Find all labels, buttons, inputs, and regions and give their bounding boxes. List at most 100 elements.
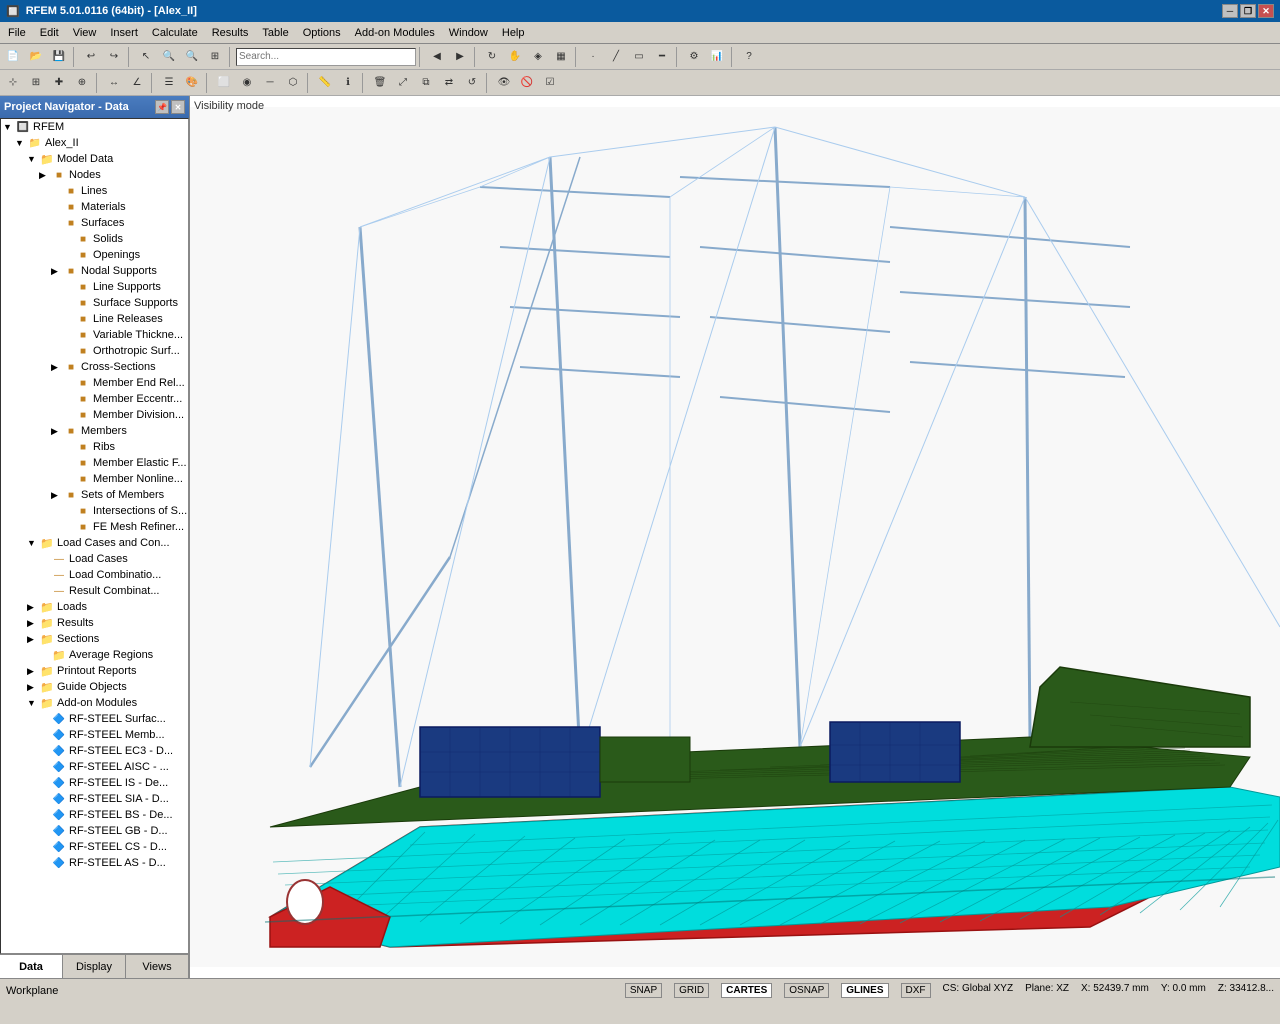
expand-rfem[interactable]: ▼: [3, 122, 15, 132]
3d-view-area[interactable]: Visibility mode: [190, 96, 1280, 978]
tb2-point[interactable]: ◉: [236, 72, 258, 94]
tree-item-surfaces[interactable]: ■ Surfaces: [1, 215, 188, 231]
tree-item-guide-objects[interactable]: ▶ 📁 Guide Objects: [1, 679, 188, 695]
osnap-button[interactable]: OSNAP: [784, 983, 829, 998]
tb2-dim[interactable]: ↔: [103, 72, 125, 94]
expand-project[interactable]: ▼: [15, 138, 27, 148]
menu-calculate[interactable]: Calculate: [146, 25, 204, 41]
tb-line[interactable]: ╱: [605, 46, 627, 68]
tree-item-load-cases-con[interactable]: ▼ 📁 Load Cases and Con...: [1, 535, 188, 551]
tb2-move[interactable]: ⤢: [392, 72, 414, 94]
tb-zoom-in[interactable]: 🔍: [158, 46, 180, 68]
expand-model-data[interactable]: ▼: [27, 154, 39, 164]
panel-pin-button[interactable]: 📌: [155, 100, 169, 114]
tree-item-intersections[interactable]: ■ Intersections of S...: [1, 503, 188, 519]
grid-button[interactable]: GRID: [674, 983, 709, 998]
tb-results-show[interactable]: 📊: [706, 46, 728, 68]
expand-nodes[interactable]: ▶: [39, 170, 51, 181]
tree-item-rf-steel-bs[interactable]: 🔷 RF-STEEL BS - De...: [1, 807, 188, 823]
restore-button[interactable]: ❐: [1240, 4, 1256, 18]
tb-surface[interactable]: ▭: [628, 46, 650, 68]
tb-zoom-all[interactable]: ⊞: [204, 46, 226, 68]
tree-item-sets-of-members[interactable]: ▶ ■ Sets of Members: [1, 487, 188, 503]
tree-item-member-eccentr[interactable]: ■ Member Eccentr...: [1, 391, 188, 407]
menu-view[interactable]: View: [67, 25, 103, 41]
tree-item-loads[interactable]: ▶ 📁 Loads: [1, 599, 188, 615]
tb2-copy[interactable]: ⧉: [415, 72, 437, 94]
tb2-layer[interactable]: ☰: [158, 72, 180, 94]
tree-item-rf-steel-memb[interactable]: 🔷 RF-STEEL Memb...: [1, 727, 188, 743]
tb2-select2[interactable]: ☑: [539, 72, 561, 94]
tb2-rotate2[interactable]: ↺: [461, 72, 483, 94]
menu-edit[interactable]: Edit: [34, 25, 65, 41]
tree-item-rf-steel-gb[interactable]: 🔷 RF-STEEL GB - D...: [1, 823, 188, 839]
tree-item-average-regions[interactable]: 📁 Average Regions: [1, 647, 188, 663]
tb-help[interactable]: ?: [738, 46, 760, 68]
tree-item-fe-mesh-refiner[interactable]: ■ FE Mesh Refiner...: [1, 519, 188, 535]
menu-file[interactable]: File: [2, 25, 32, 41]
panel-close-button[interactable]: ✕: [171, 100, 185, 114]
tb2-measure[interactable]: 📏: [314, 72, 336, 94]
tree-item-rf-steel-surface[interactable]: 🔷 RF-STEEL Surfac...: [1, 711, 188, 727]
tree-item-solids[interactable]: ■ Solids: [1, 231, 188, 247]
menu-results[interactable]: Results: [206, 25, 255, 41]
3d-canvas[interactable]: [190, 96, 1280, 978]
snap-button[interactable]: SNAP: [625, 983, 662, 998]
tree-item-rf-steel-cs[interactable]: 🔷 RF-STEEL CS - D...: [1, 839, 188, 855]
tree-item-cross-sections[interactable]: ▶ ■ Cross-Sections: [1, 359, 188, 375]
tb2-section[interactable]: ⬜: [213, 72, 235, 94]
tb-redo[interactable]: ↪: [103, 46, 125, 68]
tree-area[interactable]: ▼ 🔲 RFEM ▼ 📁 Alex_II ▼ 📁 Model Data: [0, 118, 189, 954]
cartes-button[interactable]: CARTES: [721, 983, 772, 998]
tb2-angle[interactable]: ∠: [126, 72, 148, 94]
tb-save[interactable]: 💾: [48, 46, 70, 68]
tb-member[interactable]: ━: [651, 46, 673, 68]
tb2-delete[interactable]: 🗑: [369, 72, 391, 94]
tb2-line2[interactable]: ─: [259, 72, 281, 94]
tree-item-member-division[interactable]: ■ Member Division...: [1, 407, 188, 423]
tree-item-load-combinations[interactable]: — Load Combinatio...: [1, 567, 188, 583]
tb-rotate[interactable]: ↻: [481, 46, 503, 68]
tree-item-member-end-rel[interactable]: ■ Member End Rel...: [1, 375, 188, 391]
tree-item-result-combinations[interactable]: — Result Combinat...: [1, 583, 188, 599]
tree-item-rfem[interactable]: ▼ 🔲 RFEM: [1, 119, 188, 135]
tb-node[interactable]: ·: [582, 46, 604, 68]
tb2-color[interactable]: 🎨: [181, 72, 203, 94]
tb-zoom-out[interactable]: 🔍: [181, 46, 203, 68]
tree-item-results[interactable]: ▶ 📁 Results: [1, 615, 188, 631]
tree-item-rf-steel-ec3[interactable]: 🔷 RF-STEEL EC3 - D...: [1, 743, 188, 759]
tree-item-rf-steel-is[interactable]: 🔷 RF-STEEL IS - De...: [1, 775, 188, 791]
tree-item-members[interactable]: ▶ ■ Members: [1, 423, 188, 439]
tb-calc[interactable]: ⚙: [683, 46, 705, 68]
menu-help[interactable]: Help: [496, 25, 531, 41]
dxf-button[interactable]: DXF: [901, 983, 931, 998]
tb2-info[interactable]: ℹ: [337, 72, 359, 94]
minimize-button[interactable]: ─: [1222, 4, 1238, 18]
glines-button[interactable]: GLINES: [841, 983, 888, 998]
tb-select[interactable]: ↖: [135, 46, 157, 68]
menu-window[interactable]: Window: [443, 25, 494, 41]
tree-item-member-nonline[interactable]: ■ Member Nonline...: [1, 471, 188, 487]
tb-3dview[interactable]: ◈: [527, 46, 549, 68]
tb-new[interactable]: 📄: [2, 46, 24, 68]
tb2-axis[interactable]: ⊕: [71, 72, 93, 94]
tb2-poly[interactable]: ⬡: [282, 72, 304, 94]
menu-insert[interactable]: Insert: [104, 25, 144, 41]
tree-item-addon-modules[interactable]: ▼ 📁 Add-on Modules: [1, 695, 188, 711]
tree-item-printout-reports[interactable]: ▶ 📁 Printout Reports: [1, 663, 188, 679]
tree-item-rf-steel-sia[interactable]: 🔷 RF-STEEL SIA - D...: [1, 791, 188, 807]
tb2-cross[interactable]: ✚: [48, 72, 70, 94]
tree-item-ribs[interactable]: ■ Ribs: [1, 439, 188, 455]
tb-open[interactable]: 📂: [25, 46, 47, 68]
tb-undo[interactable]: ↩: [80, 46, 102, 68]
tb-nav-next[interactable]: ▶: [449, 46, 471, 68]
menu-options[interactable]: Options: [297, 25, 347, 41]
tree-item-line-releases[interactable]: ■ Line Releases: [1, 311, 188, 327]
tree-item-materials[interactable]: ■ Materials: [1, 199, 188, 215]
tree-item-rf-steel-as[interactable]: 🔷 RF-STEEL AS - D...: [1, 855, 188, 871]
tb2-grid[interactable]: ⊞: [25, 72, 47, 94]
tree-item-rf-steel-aisc[interactable]: 🔷 RF-STEEL AISC - ...: [1, 759, 188, 775]
tree-item-variable-thickness[interactable]: ■ Variable Thickne...: [1, 327, 188, 343]
tree-item-line-supports[interactable]: ■ Line Supports: [1, 279, 188, 295]
tree-item-load-cases[interactable]: — Load Cases: [1, 551, 188, 567]
